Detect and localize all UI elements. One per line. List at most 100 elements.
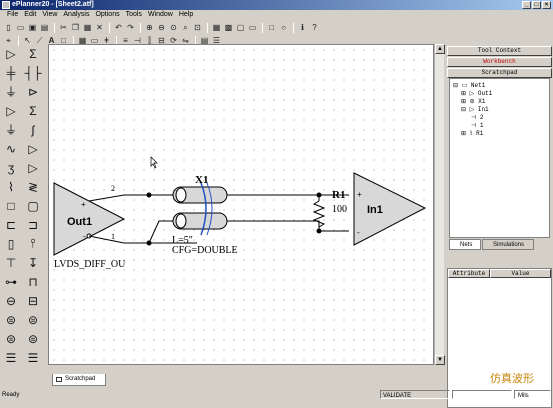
ellipse-icon[interactable]: ○ <box>278 22 289 33</box>
net-tree[interactable]: ⊟ ▭ Net1 ⊞ ▷ Out1 ⊞ ⊜ X1 ⊟ ▷ In1 ⊣ 2 ⊣ 1… <box>449 78 550 238</box>
tool-context-button[interactable]: Tool Context <box>447 46 552 56</box>
tree-item-in1[interactable]: ⊟ ▷ In1 <box>461 106 489 113</box>
menu-help[interactable]: Help <box>176 10 196 20</box>
menu-analysis[interactable]: Analysis <box>60 10 92 20</box>
minimize-button[interactable]: _ <box>522 1 531 9</box>
open-icon[interactable]: ▭ <box>15 22 26 33</box>
menu-edit[interactable]: Edit <box>21 10 39 20</box>
print-icon[interactable]: ▤ <box>39 22 50 33</box>
line-icon[interactable]: ⊖ <box>0 291 22 310</box>
rectangle-icon[interactable]: □ <box>266 22 277 33</box>
save-icon[interactable]: ▣ <box>27 22 38 33</box>
transformer-icon[interactable]: ʒ <box>0 158 22 177</box>
resistor-alt-icon[interactable]: ≷ <box>22 177 44 196</box>
tab-simulations[interactable]: Simulations <box>482 239 534 250</box>
coil-icon[interactable]: ∿ <box>0 139 22 158</box>
delete-icon[interactable]: ✕ <box>94 22 105 33</box>
tab-nets[interactable]: Nets <box>449 239 481 250</box>
watermark: 仿真波形 <box>490 373 534 385</box>
via-icon[interactable]: ⊶ <box>0 272 22 291</box>
amplifier-icon[interactable]: ▷ <box>0 101 22 120</box>
buffer-icon[interactable]: ▷ <box>0 44 22 63</box>
menu-window[interactable]: Window <box>145 10 176 20</box>
new-icon[interactable]: ▯ <box>3 22 14 33</box>
ground-icon[interactable]: ⏚ <box>0 82 22 101</box>
inductor-icon[interactable]: ʃ <box>22 120 44 139</box>
scratchpad-button[interactable]: Scratchpad <box>447 68 552 78</box>
vertical-scrollbar[interactable]: ▲ ▼ <box>434 44 445 365</box>
value-header[interactable]: Value <box>490 269 551 278</box>
probe-pal-icon[interactable]: ⫯ <box>22 234 44 253</box>
terminal-icon[interactable]: ⊏ <box>0 215 22 234</box>
zoom-selection-icon[interactable]: ⊡ <box>192 22 203 33</box>
attribute-header[interactable]: Attribute <box>448 269 490 278</box>
snap-icon[interactable]: ▩ <box>223 22 234 33</box>
block-icon[interactable]: □ <box>0 196 22 215</box>
pin-icon[interactable]: ⊓ <box>22 272 44 291</box>
tab-label: Scratchpad <box>65 376 96 382</box>
maximize-button[interactable]: □ <box>532 1 541 9</box>
bus-icon[interactable]: ⊜ <box>0 329 22 348</box>
menu-options[interactable]: Options <box>92 10 122 20</box>
scroll-up-icon[interactable]: ▲ <box>435 44 445 54</box>
driver-icon[interactable]: ▷ <box>22 139 44 158</box>
line-alt-icon[interactable]: ⊟ <box>22 291 44 310</box>
zoom-fit-icon[interactable]: ⊙ <box>168 22 179 33</box>
schematic-canvas[interactable]: Out1 + - 2 1 LVDS_DIFF_OU X1 L=5" CFG=DO… <box>48 44 434 365</box>
receiver-body[interactable] <box>353 172 427 246</box>
coupled-alt-icon[interactable]: ⊜ <box>22 310 44 329</box>
menu-tools[interactable]: Tools <box>123 10 145 20</box>
block-alt-icon[interactable]: ▢ <box>22 196 44 215</box>
menu-file[interactable]: File <box>4 10 21 20</box>
tree-item-out1[interactable]: ⊞ ▷ Out1 <box>461 90 492 97</box>
transmission-line[interactable] <box>172 182 228 236</box>
right-panel: Tool Context Workbench Scratchpad ⊟ ▭ Ne… <box>447 44 552 408</box>
zoom-in-icon[interactable]: ⊕ <box>144 22 155 33</box>
bus-alt-icon[interactable]: ⊜ <box>22 329 44 348</box>
multi-line-alt-icon[interactable]: ☰ <box>22 348 44 367</box>
undo-icon[interactable]: ↶ <box>113 22 124 33</box>
cut-icon[interactable]: ✂ <box>58 22 69 33</box>
tree-item-pin2[interactable]: ⊣ 2 <box>471 114 483 121</box>
coupled-line-icon[interactable]: ⊜ <box>0 310 22 329</box>
ground-alt-icon[interactable]: ⏚ <box>0 120 22 139</box>
window-title: ePlanner20 - [Sheet2.atf] <box>12 1 94 8</box>
scroll-down-icon[interactable]: ▼ <box>435 355 445 365</box>
tab-scratchpad[interactable]: Scratchpad <box>52 374 106 386</box>
toolbar-separator <box>207 22 208 33</box>
zoom-area-icon[interactable]: ⌕ <box>180 22 191 33</box>
sigma-icon[interactable]: Σ <box>22 44 44 63</box>
page-icon[interactable]: ▭ <box>247 22 258 33</box>
multi-line-icon[interactable]: ☰ <box>0 348 22 367</box>
attribute-grid[interactable]: Attribute Value <box>447 268 552 408</box>
capacitor-icon[interactable]: ╪ <box>0 63 22 82</box>
sum-block-icon[interactable]: Σ <box>22 101 44 120</box>
line-name: X1 <box>195 174 208 186</box>
close-button[interactable]: × <box>542 1 551 9</box>
paste-icon[interactable]: ▦ <box>82 22 93 33</box>
help-icon[interactable]: ? <box>309 22 320 33</box>
source-icon[interactable]: ⊤ <box>0 253 22 272</box>
connector-icon[interactable]: ▯ <box>0 234 22 253</box>
tree-item-r1[interactable]: ⊞ ⌇ R1 <box>461 130 483 137</box>
info-icon[interactable]: ℹ <box>297 22 308 33</box>
tree-item-net1[interactable]: ⊟ ▭ Net1 <box>453 82 485 89</box>
zoom-out-icon[interactable]: ⊖ <box>156 22 167 33</box>
diode-icon[interactable]: ⊳ <box>22 82 44 101</box>
capacitor-alt-icon[interactable]: ┤├ <box>22 63 44 82</box>
receiver-icon[interactable]: ▷ <box>22 158 44 177</box>
tree-item-x1[interactable]: ⊞ ⊜ X1 <box>461 98 485 105</box>
workbench-button[interactable]: Workbench <box>447 57 552 67</box>
terminal-alt-icon[interactable]: ⊐ <box>22 215 44 234</box>
receiver-plus: + <box>357 190 362 199</box>
grid-icon[interactable]: ▦ <box>211 22 222 33</box>
frame-icon[interactable]: ▢ <box>235 22 246 33</box>
menu-view[interactable]: View <box>39 10 60 20</box>
resistor-icon[interactable]: ⌇ <box>0 177 22 196</box>
source-alt-icon[interactable]: ↧ <box>22 253 44 272</box>
driver-minus: - <box>83 232 86 241</box>
tree-item-pin1[interactable]: ⊣ 1 <box>471 122 483 129</box>
copy-icon[interactable]: ❐ <box>70 22 81 33</box>
receiver-minus: - <box>357 228 360 237</box>
redo-icon[interactable]: ↷ <box>125 22 136 33</box>
